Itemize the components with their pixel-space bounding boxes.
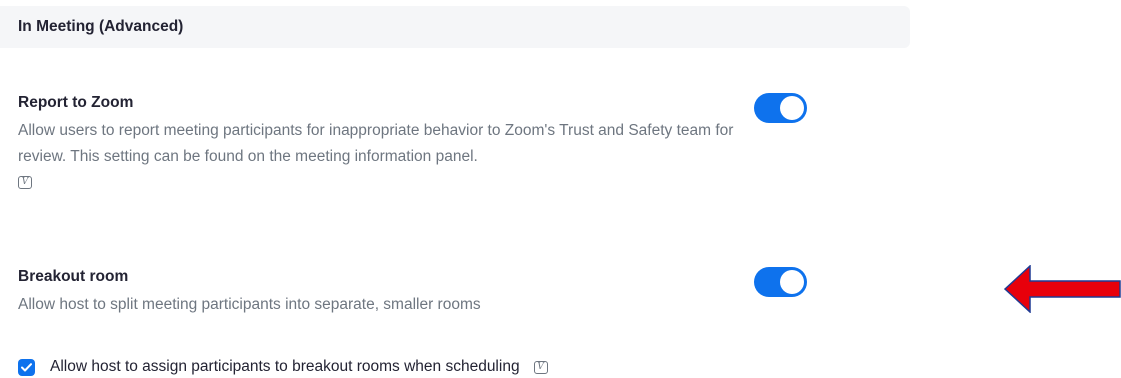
setting-report-to-zoom: Report to Zoom Allow users to report mee…	[18, 94, 738, 192]
setting-description: Allow host to split meeting participants…	[18, 296, 481, 313]
toggle-knob	[780, 270, 804, 294]
section-header: In Meeting (Advanced)	[0, 6, 910, 48]
settings-page: In Meeting (Advanced) Report to Zoom All…	[0, 0, 1121, 378]
v-badge-icon[interactable]: V	[18, 176, 32, 190]
setting-title: Breakout room	[18, 268, 129, 285]
assign-participants-checkbox[interactable]	[18, 358, 35, 376]
setting-description: Allow users to report meeting participan…	[18, 122, 734, 165]
section-title: In Meeting (Advanced)	[18, 18, 184, 35]
left-arrow-icon	[1004, 265, 1121, 313]
checkmark-icon	[21, 362, 32, 371]
v-badge-icon[interactable]: V	[533, 360, 548, 374]
setting-title: Report to Zoom	[18, 94, 134, 111]
breakout-room-toggle[interactable]	[754, 267, 807, 297]
checkbox-label: Allow host to assign participants to bre…	[50, 358, 520, 375]
toggle-knob	[780, 96, 804, 120]
report-to-zoom-toggle[interactable]	[754, 93, 807, 123]
setting-breakout-room: Breakout room Allow host to split meetin…	[18, 268, 738, 318]
breakout-assign-option: Allow host to assign participants to bre…	[18, 356, 548, 378]
